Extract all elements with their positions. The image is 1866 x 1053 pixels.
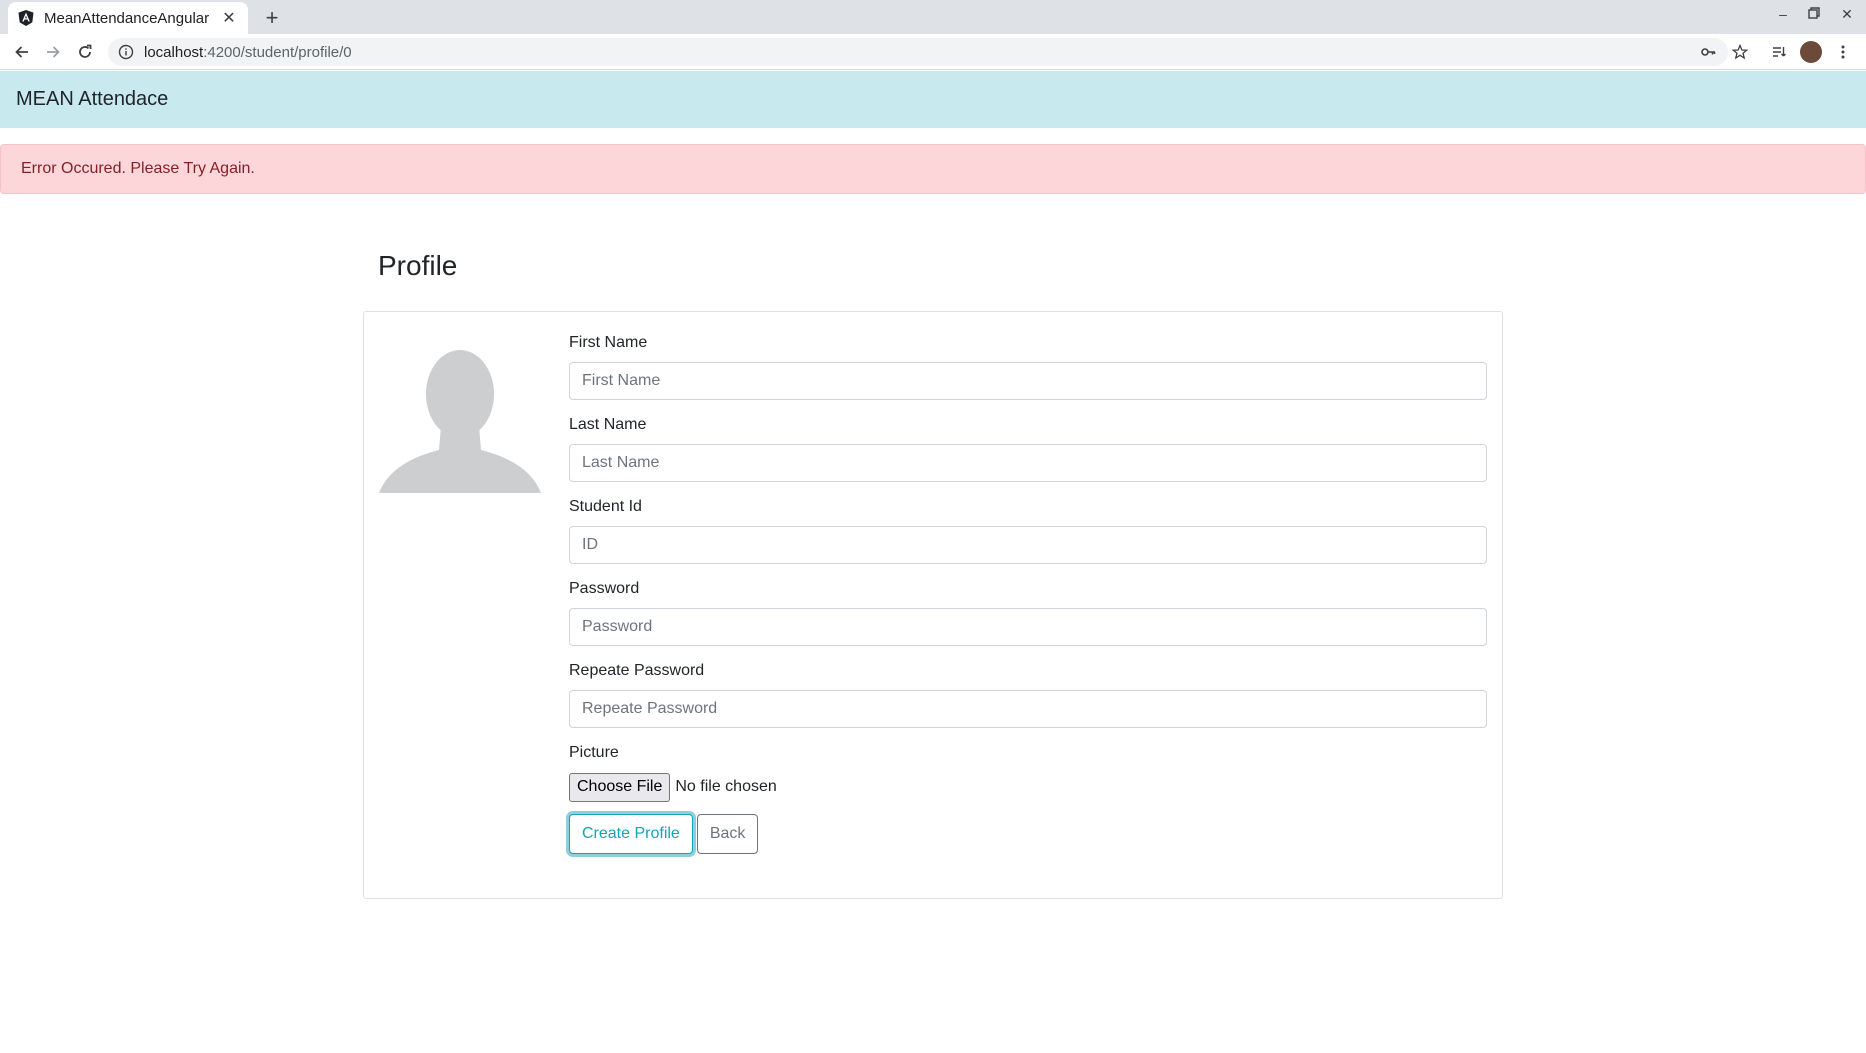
last-name-label: Last Name: [569, 416, 647, 433]
angular-logo-icon: [18, 10, 34, 26]
profile-avatar[interactable]: [1798, 39, 1824, 65]
profile-form: First Name Last Name Student Id Password…: [569, 334, 1489, 854]
picture-group: Picture Choose File No file chosen: [569, 744, 1489, 802]
repeat-password-input[interactable]: [569, 690, 1487, 728]
tab-close-icon[interactable]: ✕: [220, 8, 238, 28]
first-name-group: First Name: [569, 334, 1489, 400]
restore-icon[interactable]: [1803, 6, 1825, 22]
file-status-text: No file chosen: [675, 778, 777, 795]
reading-list-icon[interactable]: [1766, 39, 1792, 65]
password-input[interactable]: [569, 608, 1487, 646]
picture-file-input: Choose File No file chosen: [569, 772, 1489, 802]
student-id-input[interactable]: [569, 526, 1487, 564]
url-text: localhost:4200/student/profile/0: [144, 43, 352, 61]
first-name-label: First Name: [569, 334, 648, 351]
tab-title: MeanAttendanceAngular: [44, 9, 210, 27]
key-icon[interactable]: [1695, 39, 1721, 65]
browser-tab-strip: MeanAttendanceAngular ✕ + – ✕: [0, 0, 1866, 34]
password-label: Password: [569, 580, 640, 597]
error-alert: Error Occured. Please Try Again.: [0, 144, 1866, 194]
reload-icon[interactable]: [72, 39, 98, 65]
alert-message: Error Occured. Please Try Again.: [21, 160, 255, 177]
password-group: Password: [569, 580, 1489, 646]
close-window-icon[interactable]: ✕: [1836, 6, 1858, 23]
profile-card: First Name Last Name Student Id Password…: [363, 311, 1503, 899]
last-name-input[interactable]: [569, 444, 1487, 482]
browser-tab[interactable]: MeanAttendanceAngular ✕: [8, 2, 248, 34]
first-name-input[interactable]: [569, 362, 1487, 400]
student-id-group: Student Id: [569, 498, 1489, 564]
student-id-label: Student Id: [569, 498, 642, 515]
choose-file-button[interactable]: Choose File: [569, 772, 671, 802]
minimize-icon[interactable]: –: [1772, 6, 1794, 22]
picture-label: Picture: [569, 744, 619, 761]
navbar-brand[interactable]: MEAN Attendace: [16, 88, 168, 111]
new-tab-button[interactable]: +: [258, 4, 286, 32]
forward-arrow-icon[interactable]: [40, 39, 66, 65]
info-icon[interactable]: [118, 44, 134, 60]
back-button[interactable]: Back: [696, 814, 759, 854]
back-arrow-icon[interactable]: [9, 39, 35, 65]
avatar-placeholder-icon: [379, 350, 541, 493]
last-name-group: Last Name: [569, 416, 1489, 482]
bookmark-star-icon[interactable]: [1727, 39, 1753, 65]
repeat-password-group: Repeate Password: [569, 662, 1489, 728]
create-profile-button[interactable]: Create Profile: [569, 814, 693, 854]
kebab-menu-icon[interactable]: [1830, 39, 1856, 65]
page-title: Profile: [378, 250, 458, 281]
app-navbar: MEAN Attendace: [0, 71, 1866, 128]
browser-toolbar: localhost:4200/student/profile/0: [0, 34, 1866, 70]
address-bar[interactable]: localhost:4200/student/profile/0: [108, 38, 1728, 66]
form-actions: Create Profile Back: [569, 814, 1489, 854]
repeat-password-label: Repeate Password: [569, 662, 705, 679]
